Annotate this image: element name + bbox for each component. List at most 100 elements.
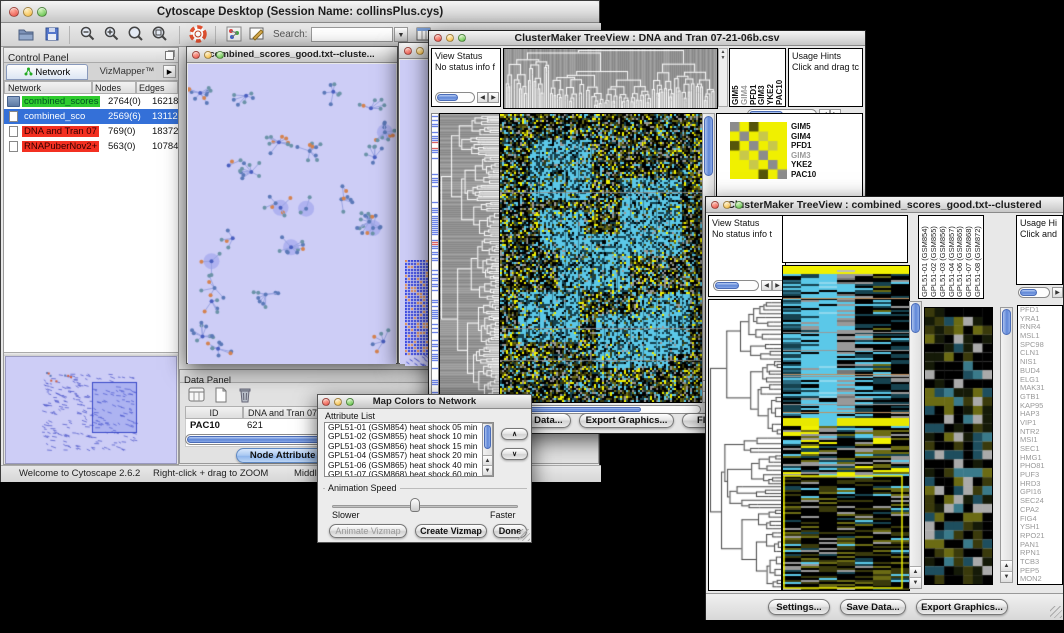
attribute-list-item[interactable]: GPL51-06 (GSM865) heat shock 40 min bbox=[325, 461, 493, 470]
vizmapper-icon[interactable] bbox=[225, 25, 243, 43]
tv2-heatmap-canvas[interactable] bbox=[782, 265, 910, 591]
gene-label[interactable]: TCB3 bbox=[1020, 558, 1062, 567]
tv2-export-graphics-button[interactable]: Export Graphics... bbox=[916, 599, 1008, 615]
network-list-row[interactable]: RNAPuberNov2+ 563(0) 107847(0) bbox=[4, 139, 178, 154]
gene-label[interactable]: HAP3 bbox=[1020, 410, 1062, 419]
tv1-selection-ticks[interactable] bbox=[431, 113, 439, 403]
network-list-row[interactable]: combined_scores 2764(0) 16218(0) bbox=[4, 94, 178, 109]
annotation-icon[interactable] bbox=[248, 25, 266, 43]
minimize-icon[interactable] bbox=[416, 47, 424, 55]
attribute-list-item[interactable]: GPL51-07 (GSM868) heat shock 60 min bbox=[325, 470, 493, 477]
gene-label[interactable]: MSI1 bbox=[1020, 436, 1062, 445]
tv2-row-dendrogram[interactable] bbox=[708, 299, 782, 591]
tv1-column-label[interactable]: PAC10 bbox=[775, 50, 784, 105]
move-down-button[interactable]: ∨ bbox=[501, 448, 528, 460]
tv1-heatmap-canvas[interactable] bbox=[499, 113, 703, 403]
close-icon[interactable] bbox=[711, 201, 719, 209]
tv1-column-label[interactable]: YKE2 bbox=[766, 50, 775, 105]
col-edges[interactable]: Edges bbox=[136, 81, 178, 94]
attribute-list-scrollbar[interactable]: ▲▼ bbox=[482, 423, 493, 476]
treeview1-title-bar[interactable]: ClusterMaker TreeView : DNA and Tran 07-… bbox=[429, 31, 865, 46]
network-list-row[interactable]: DNA and Tran 07 769(0) 183728(0) bbox=[4, 124, 178, 139]
gene-label[interactable]: PEP5 bbox=[1020, 567, 1062, 576]
zoom-actual-icon[interactable] bbox=[127, 25, 145, 43]
tv1-label-arrows[interactable]: ▲▼ bbox=[718, 48, 728, 107]
tv1-row-label[interactable]: GIM3 bbox=[791, 151, 816, 161]
tv2-zoom-vscrollbar[interactable]: ▲▼ bbox=[1000, 307, 1013, 583]
tv1-column-dendrogram[interactable] bbox=[503, 48, 718, 109]
tv2-save-data-button[interactable]: Save Data... bbox=[840, 599, 906, 615]
zoom-fit-icon[interactable] bbox=[151, 25, 169, 43]
network-overview-canvas[interactable] bbox=[6, 358, 176, 462]
tv1-row-label[interactable]: PFD1 bbox=[791, 141, 816, 151]
gene-label[interactable]: RPO21 bbox=[1020, 532, 1062, 541]
open-file-icon[interactable] bbox=[17, 25, 35, 43]
tv2-status-scrollbar[interactable] bbox=[713, 280, 759, 291]
speed-slider-thumb[interactable] bbox=[410, 498, 420, 512]
attribute-select-icon[interactable] bbox=[188, 386, 206, 404]
scroll-left-icon[interactable]: ◀ bbox=[477, 92, 488, 103]
gene-label[interactable]: FIG4 bbox=[1020, 515, 1062, 524]
tv2-column-tree-area[interactable] bbox=[782, 215, 908, 263]
tv1-row-label[interactable]: GIM5 bbox=[791, 122, 816, 132]
tv1-row-dendrogram[interactable] bbox=[439, 113, 500, 403]
zoom-out-icon[interactable] bbox=[79, 25, 97, 43]
attribute-list-item[interactable]: GPL51-03 (GSM856) heat shock 15 min bbox=[325, 442, 493, 451]
search-input[interactable] bbox=[311, 27, 393, 42]
dialog-title-bar[interactable]: Map Colors to Network bbox=[318, 395, 531, 409]
window-controls[interactable] bbox=[9, 7, 47, 17]
tab-vizmapper[interactable]: VizMapper™ bbox=[90, 64, 164, 80]
gene-label[interactable]: KAP95 bbox=[1020, 402, 1062, 411]
gene-label[interactable]: GTB1 bbox=[1020, 393, 1062, 402]
tv2-usage-scrollbar[interactable] bbox=[1018, 287, 1050, 298]
treeview2-title-bar[interactable]: ClusterMaker TreeView : combined_scores_… bbox=[706, 197, 1063, 213]
tab-overflow-button[interactable]: ▶ bbox=[163, 65, 176, 78]
close-icon[interactable] bbox=[192, 51, 200, 59]
main-title-bar[interactable]: Cytoscape Desktop (Session Name: collins… bbox=[1, 1, 599, 23]
tv1-status-scrollbar[interactable] bbox=[435, 92, 475, 103]
minimize-icon[interactable] bbox=[446, 34, 454, 42]
tv2-column-label[interactable]: GPL51-01 (GSM854) bbox=[920, 217, 929, 297]
minimize-icon[interactable] bbox=[204, 51, 212, 59]
tv2-settings-button[interactable]: Settings... bbox=[768, 599, 830, 615]
new-attribute-icon[interactable] bbox=[212, 386, 230, 404]
attribute-list-item[interactable]: GPL51-02 (GSM855) heat shock 10 min bbox=[325, 432, 493, 441]
gene-label[interactable]: PHO81 bbox=[1020, 462, 1062, 471]
gene-label[interactable]: PFD1 bbox=[1020, 306, 1062, 315]
minimize-icon[interactable] bbox=[23, 7, 33, 17]
gene-label[interactable]: NIS1 bbox=[1020, 358, 1062, 367]
gene-label[interactable]: SEC1 bbox=[1020, 445, 1062, 454]
gene-label[interactable]: RNR4 bbox=[1020, 323, 1062, 332]
gene-label[interactable]: BUD4 bbox=[1020, 367, 1062, 376]
tv2-column-label[interactable]: GPL51-03 (GSM856) bbox=[938, 217, 947, 297]
network-view-title-bar[interactable]: combined_scores_good.txt--cluste... bbox=[187, 47, 397, 63]
move-up-button[interactable]: ∧ bbox=[501, 428, 528, 440]
tv2-heatmap-vscrollbar[interactable]: ▲▼ bbox=[909, 301, 922, 589]
gene-label[interactable]: CPA2 bbox=[1020, 506, 1062, 515]
gene-label[interactable]: GPI16 bbox=[1020, 488, 1062, 497]
close-icon[interactable] bbox=[434, 34, 442, 42]
attribute-list-item[interactable]: GPL51-04 (GSM857) heat shock 20 min bbox=[325, 451, 493, 460]
tv1-row-label[interactable]: YKE2 bbox=[791, 160, 816, 170]
tab-network[interactable]: Network bbox=[6, 64, 88, 80]
gene-label[interactable]: SEC24 bbox=[1020, 497, 1062, 506]
scroll-left-icon[interactable]: ◀ bbox=[761, 280, 772, 291]
close-icon[interactable] bbox=[322, 398, 330, 406]
gene-label[interactable]: PUF3 bbox=[1020, 471, 1062, 480]
gene-label[interactable]: HRD3 bbox=[1020, 480, 1062, 489]
gene-label[interactable]: MAK31 bbox=[1020, 384, 1062, 393]
network-list-row[interactable]: combined_sco 2569(6) 13112(15) bbox=[4, 109, 178, 124]
create-vizmap-button[interactable]: Create Vizmap bbox=[415, 524, 487, 538]
gene-label[interactable]: SPC98 bbox=[1020, 341, 1062, 350]
tv2-column-label[interactable]: GPL51-08 (GSM872) bbox=[973, 217, 982, 297]
tv1-mini-heatmap[interactable] bbox=[730, 122, 787, 179]
help-lifering-icon[interactable] bbox=[189, 25, 207, 43]
speed-slider-track[interactable] bbox=[332, 505, 518, 508]
col-network[interactable]: Network bbox=[4, 81, 92, 94]
gene-label[interactable]: YRA1 bbox=[1020, 315, 1062, 324]
network-overview-panel[interactable] bbox=[5, 356, 177, 464]
tv1-export-graphics-button[interactable]: Export Graphics... bbox=[579, 413, 674, 428]
close-icon[interactable] bbox=[404, 47, 412, 55]
zoom-icon[interactable] bbox=[216, 51, 224, 59]
tv1-column-label[interactable]: GIM4 bbox=[740, 50, 749, 105]
